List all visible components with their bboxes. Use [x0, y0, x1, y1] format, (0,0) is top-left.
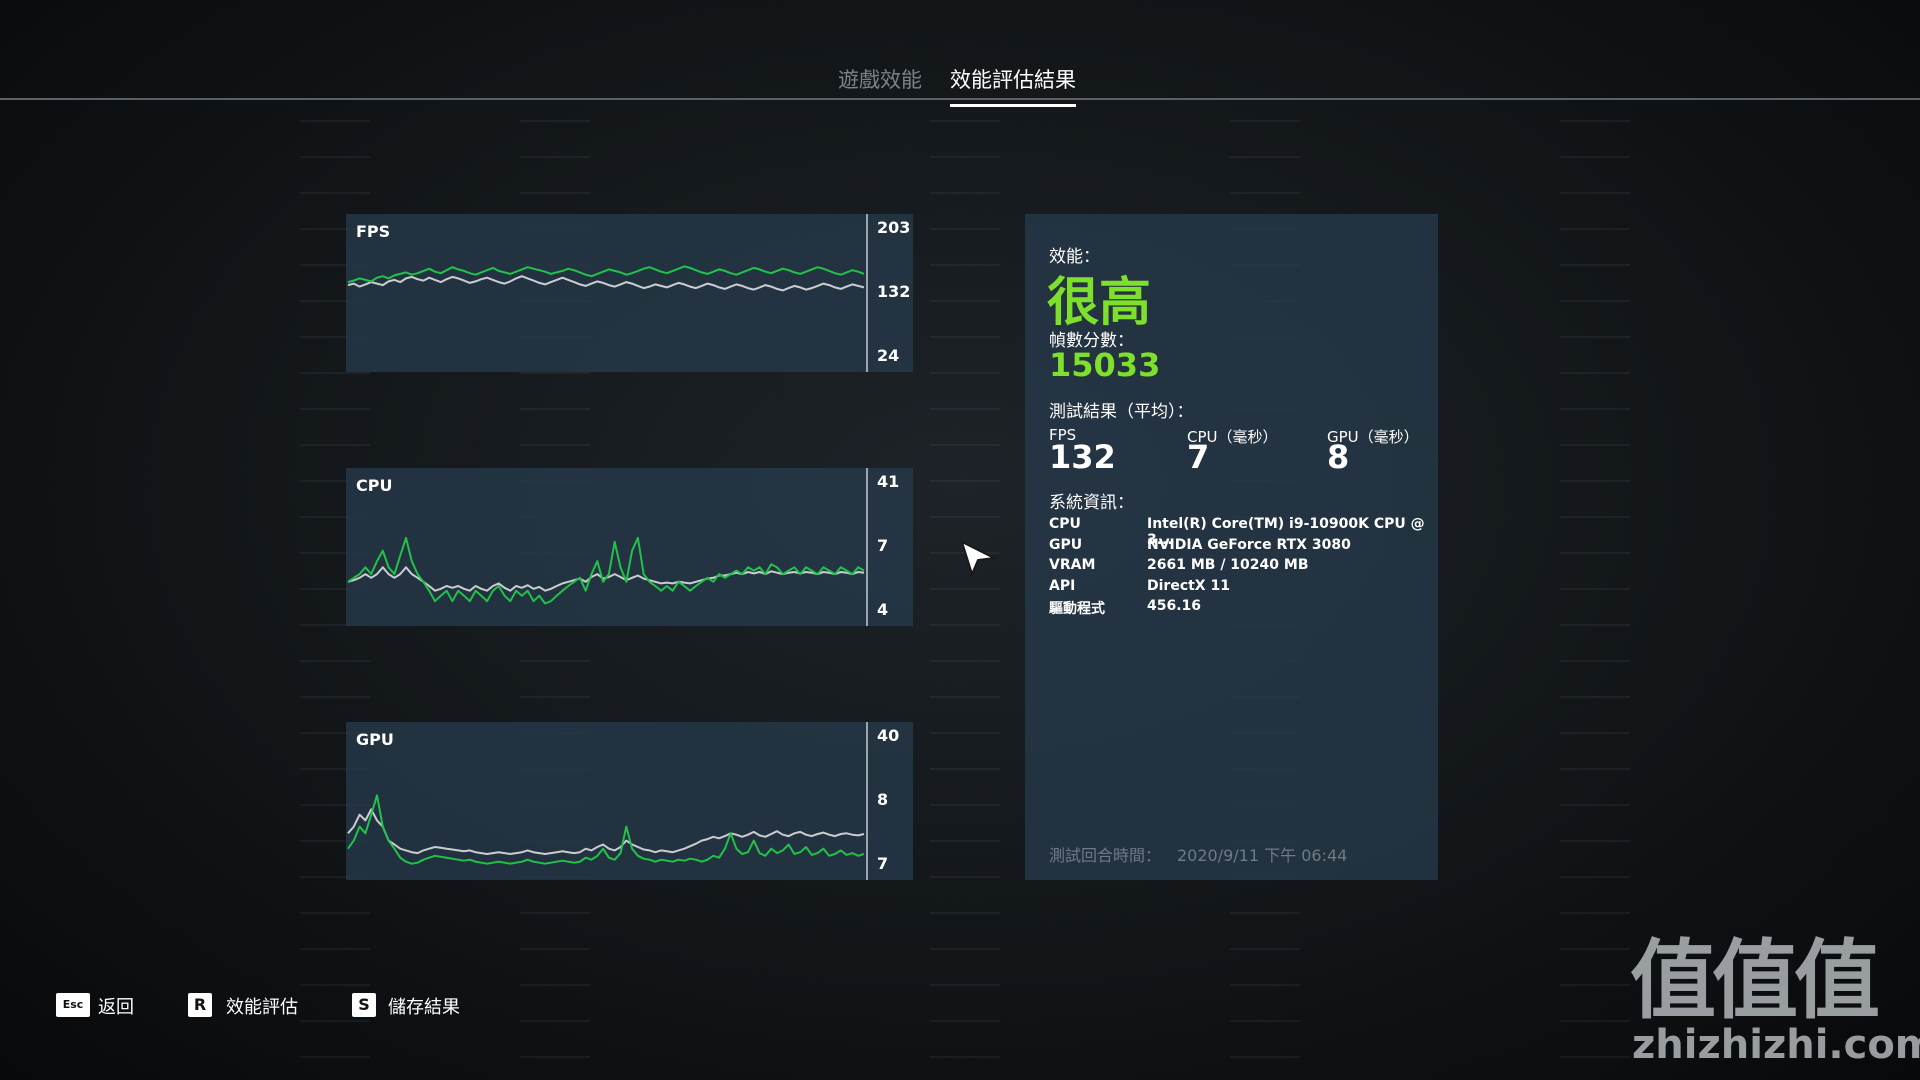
cpu-tick-max: 41 — [877, 472, 900, 491]
cpu-chart-label: CPU — [356, 476, 393, 495]
esc-key-icon: Esc — [56, 993, 90, 1017]
avg-cpu-value: 7 — [1187, 438, 1210, 476]
sys-value-api: DirectX 11 — [1147, 578, 1230, 594]
watermark-domain: zhizhizhi.com — [1632, 1022, 1920, 1068]
sys-value-driver: 456.16 — [1147, 598, 1202, 614]
performance-value: 很高 — [1047, 273, 1152, 333]
cpu-chart-panel: CPU 41 7 4 — [346, 468, 913, 626]
avg-gpu-value: 8 — [1327, 438, 1350, 476]
tab-game-performance[interactable]: 遊戲效能 — [838, 64, 922, 104]
timestamp-value: 2020/9/11 下午 06:44 — [1177, 846, 1348, 865]
average-results-label: 測試結果（平均）： — [1049, 402, 1194, 422]
timestamp-label: 測試回合時間： — [1049, 846, 1162, 865]
gpu-tick-min: 7 — [877, 854, 889, 873]
frame-score-value: 15033 — [1049, 346, 1161, 384]
back-button[interactable]: 返回 — [98, 993, 134, 1019]
cpu-tick-min: 4 — [877, 600, 889, 619]
cpu-tick-mid: 7 — [877, 536, 889, 555]
sys-value-gpu: NVIDIA GeForce RTX 3080 — [1147, 537, 1351, 553]
fps-chart-label: FPS — [356, 222, 391, 241]
chart-axis-separator — [866, 468, 868, 626]
sys-key-cpu: CPU — [1049, 516, 1081, 532]
top-nav: 遊戲效能 效能評估結果 — [0, 0, 1920, 107]
cpu-chart — [347, 536, 865, 605]
mouse-cursor-icon — [960, 540, 996, 576]
fps-series-line — [347, 275, 865, 292]
gpu-chart-panel: GPU 40 8 7 — [346, 722, 913, 880]
gpu-tick-max: 40 — [877, 726, 900, 745]
fps-tick-min: 24 — [877, 346, 900, 365]
gpu-chart-label: GPU — [356, 730, 394, 749]
save-results-button[interactable]: 儲存結果 — [388, 993, 460, 1019]
background-pattern — [1560, 120, 1630, 1080]
fps-tick-mid: 132 — [877, 282, 911, 301]
results-panel: 效能： 很高 幀數分數： 15033 測試結果（平均）： FPS 132 CPU… — [1025, 214, 1438, 880]
sys-key-gpu: GPU — [1049, 537, 1083, 553]
gpu-chart — [347, 794, 865, 865]
fps-chart-panel: FPS 203 132 24 — [346, 214, 913, 372]
chart-axis-separator — [866, 214, 868, 372]
fps-chart — [347, 265, 865, 292]
watermark-logo: 值值值 — [1630, 931, 1880, 1031]
avg-fps-value: 132 — [1049, 438, 1116, 476]
benchmark-button[interactable]: 效能評估 — [226, 993, 298, 1019]
s-key-icon: S — [352, 993, 376, 1017]
background-pattern — [930, 120, 1000, 1080]
r-key-icon: R — [188, 993, 212, 1017]
sys-value-vram: 2661 MB / 10240 MB — [1147, 557, 1309, 573]
cpu-series-line — [347, 536, 865, 605]
sys-key-vram: VRAM — [1049, 557, 1096, 573]
gpu-series-line — [347, 794, 865, 865]
sys-key-driver: 驅動程式 — [1049, 601, 1105, 617]
sys-key-api: API — [1049, 578, 1076, 594]
tab-benchmark-results[interactable]: 效能評估結果 — [950, 64, 1076, 107]
gpu-tick-mid: 8 — [877, 790, 889, 809]
system-info-label: 系統資訊： — [1049, 493, 1134, 513]
fps-tick-max: 203 — [877, 218, 911, 237]
chart-axis-separator — [866, 722, 868, 880]
